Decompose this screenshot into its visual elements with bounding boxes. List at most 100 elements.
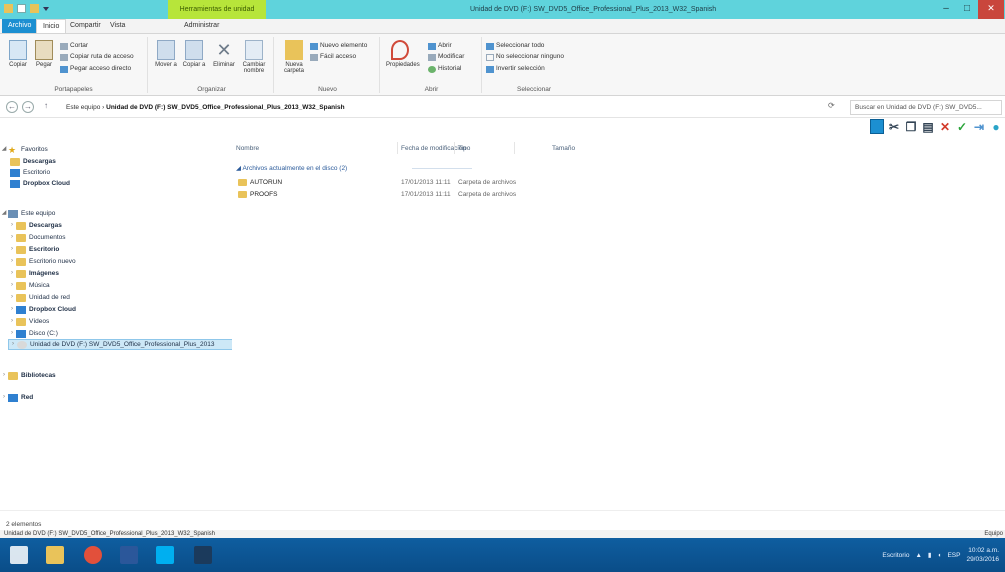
expand-icon[interactable]: › bbox=[8, 304, 16, 315]
new-item-button[interactable]: Nuevo elemento bbox=[310, 41, 367, 51]
new-folder-button[interactable]: Nueva carpeta bbox=[280, 40, 308, 74]
tab-administrar[interactable]: Administrar bbox=[178, 19, 225, 33]
copy-path-button[interactable]: Copiar ruta de acceso bbox=[60, 52, 134, 62]
expand-icon[interactable]: › bbox=[8, 280, 16, 291]
check-icon[interactable]: ✓ bbox=[955, 119, 969, 134]
paste-shortcut-button[interactable]: Pegar acceso directo bbox=[60, 64, 131, 74]
expand-icon[interactable]: › bbox=[8, 232, 16, 243]
tab-compartir[interactable]: Compartir bbox=[64, 19, 107, 33]
expand-icon[interactable]: › bbox=[9, 339, 17, 350]
taskbar-explorer[interactable] bbox=[40, 542, 70, 568]
expand-icon[interactable]: › bbox=[8, 220, 16, 231]
properties-qa-icon[interactable] bbox=[17, 4, 26, 13]
close-button[interactable]: ✕ bbox=[978, 0, 1004, 19]
nav-pc-videos[interactable]: › Vídeos bbox=[8, 316, 49, 327]
network-tray-icon[interactable]: ▮ bbox=[928, 551, 932, 559]
nav-pc-disco-c[interactable]: › Disco (C:) bbox=[8, 328, 58, 339]
up-button[interactable]: ↑ bbox=[40, 101, 52, 113]
edit-button[interactable]: Modificar bbox=[428, 52, 464, 62]
taskbar-word[interactable] bbox=[114, 542, 144, 568]
search-input[interactable]: Buscar en Unidad de DVD (F:) SW_DVD5... bbox=[850, 100, 1002, 115]
cut-button[interactable]: Cortar bbox=[60, 41, 88, 51]
nav-pc-descargas[interactable]: › Descargas bbox=[8, 220, 62, 231]
clock[interactable]: 10:02 a.m. 29/03/2016 bbox=[966, 546, 999, 564]
language-indicator[interactable]: ESP bbox=[947, 552, 960, 559]
history-button[interactable]: Historial bbox=[428, 64, 461, 74]
refresh-icon[interactable]: ⟳ bbox=[828, 101, 835, 110]
expand-icon[interactable]: › bbox=[8, 292, 16, 303]
column-divider[interactable] bbox=[454, 142, 455, 154]
column-divider[interactable] bbox=[397, 142, 398, 154]
address-bar[interactable]: Este equipo › Unidad de DVD (F:) SW_DVD5… bbox=[66, 100, 826, 115]
nav-network[interactable]: › Red bbox=[0, 392, 33, 403]
select-all-button[interactable]: Seleccionar todo bbox=[486, 41, 544, 51]
nav-pc-unidad-red[interactable]: › Unidad de red bbox=[8, 292, 70, 303]
group-header[interactable]: ◢ Archivos actualmente en el disco (2) bbox=[236, 164, 347, 172]
delete-button[interactable]: ✕ Eliminar bbox=[210, 40, 238, 68]
volume-icon[interactable]: ◖ bbox=[938, 552, 942, 559]
collapse-icon[interactable]: ◢ bbox=[0, 208, 8, 219]
minimize-button[interactable]: – bbox=[935, 0, 957, 19]
expand-icon[interactable]: › bbox=[8, 316, 16, 327]
maximize-button[interactable]: □ bbox=[956, 0, 978, 19]
tab-vista[interactable]: Vista bbox=[104, 19, 131, 33]
nav-pc-documentos[interactable]: › Documentos bbox=[8, 232, 66, 243]
column-divider[interactable] bbox=[514, 142, 515, 154]
open-button[interactable]: Abrir bbox=[428, 41, 452, 51]
collapse-icon[interactable]: ◢ bbox=[0, 144, 8, 155]
expand-icon[interactable]: › bbox=[0, 370, 8, 381]
move-icon[interactable]: ⇥ bbox=[972, 119, 986, 134]
rename-button[interactable]: Cambiar nombre bbox=[240, 40, 268, 74]
globe-icon[interactable]: ● bbox=[989, 119, 1003, 134]
back-button[interactable]: ← bbox=[6, 101, 18, 113]
view-icon[interactable] bbox=[870, 119, 884, 134]
taskbar-skype[interactable] bbox=[150, 542, 180, 568]
customize-qa-icon[interactable] bbox=[43, 6, 49, 11]
table-row[interactable]: PROOFS 17/01/2013 11:11 Carpeta de archi… bbox=[236, 189, 636, 200]
nav-pc-imagenes[interactable]: › Imágenes bbox=[8, 268, 59, 279]
column-header-date[interactable]: Fecha de modificación bbox=[401, 143, 466, 154]
taskbar-app[interactable] bbox=[188, 542, 218, 568]
expand-icon[interactable]: › bbox=[8, 244, 16, 255]
nav-pc-escritorio-nuevo[interactable]: › Escritorio nuevo bbox=[8, 256, 76, 267]
expand-icon[interactable]: › bbox=[8, 268, 16, 279]
invert-selection-button[interactable]: Invertir selección bbox=[486, 64, 545, 74]
expand-icon[interactable]: › bbox=[8, 328, 16, 339]
app-icon[interactable] bbox=[4, 4, 13, 13]
copy-to-button[interactable]: Copiar a bbox=[180, 40, 208, 68]
tab-archivo[interactable]: Archivo bbox=[2, 19, 38, 33]
breadcrumb-current[interactable]: Unidad de DVD (F:) SW_DVD5_Office_Profes… bbox=[106, 104, 344, 111]
cut-icon[interactable]: ✂ bbox=[887, 119, 901, 134]
paste-button[interactable]: Pegar bbox=[30, 40, 58, 68]
move-to-button[interactable]: Mover a bbox=[152, 40, 180, 68]
select-none-button[interactable]: No seleccionar ninguno bbox=[486, 52, 564, 62]
paste-icon[interactable]: ▤ bbox=[921, 119, 935, 134]
tray-label[interactable]: Escritorio bbox=[882, 552, 909, 559]
copy-button[interactable]: Copiar bbox=[4, 40, 32, 68]
nav-fav-escritorio[interactable]: Escritorio bbox=[10, 167, 50, 178]
nav-favorites[interactable]: ◢ ★ Favoritos bbox=[0, 144, 48, 155]
nav-this-pc[interactable]: ◢ Este equipo bbox=[0, 208, 55, 219]
taskbar-chrome[interactable] bbox=[78, 542, 108, 568]
new-folder-qa-icon[interactable] bbox=[30, 4, 39, 13]
start-button[interactable] bbox=[4, 542, 34, 568]
properties-button[interactable]: Propiedades bbox=[386, 40, 420, 68]
forward-button[interactable]: → bbox=[22, 101, 34, 113]
column-header-type[interactable]: Tipo bbox=[458, 143, 470, 154]
nav-fav-dropbox[interactable]: Dropbox Cloud bbox=[10, 178, 70, 189]
table-row[interactable]: AUTORUN 17/01/2013 11:11 Carpeta de arch… bbox=[236, 177, 636, 188]
breadcrumb-este-equipo[interactable]: Este equipo bbox=[66, 104, 100, 111]
tab-inicio[interactable]: Inicio bbox=[36, 19, 67, 33]
column-header-size[interactable]: Tamaño bbox=[552, 143, 575, 154]
tray-expand-icon[interactable]: ▲ bbox=[915, 552, 921, 559]
expand-icon[interactable]: › bbox=[0, 392, 8, 403]
nav-pc-musica[interactable]: › Música bbox=[8, 280, 50, 291]
nav-libraries[interactable]: › Bibliotecas bbox=[0, 370, 56, 381]
nav-pc-dropbox[interactable]: › Dropbox Cloud bbox=[8, 304, 76, 315]
copy-icon[interactable]: ❐ bbox=[904, 119, 918, 134]
nav-dvd-drive[interactable]: › Unidad de DVD (F:) SW_DVD5_Office_Profe… bbox=[8, 339, 234, 350]
expand-icon[interactable]: › bbox=[8, 256, 16, 267]
delete-icon[interactable]: ✕ bbox=[938, 119, 952, 134]
easy-access-button[interactable]: Fácil acceso bbox=[310, 52, 356, 62]
column-header-name[interactable]: Nombre bbox=[236, 143, 259, 154]
